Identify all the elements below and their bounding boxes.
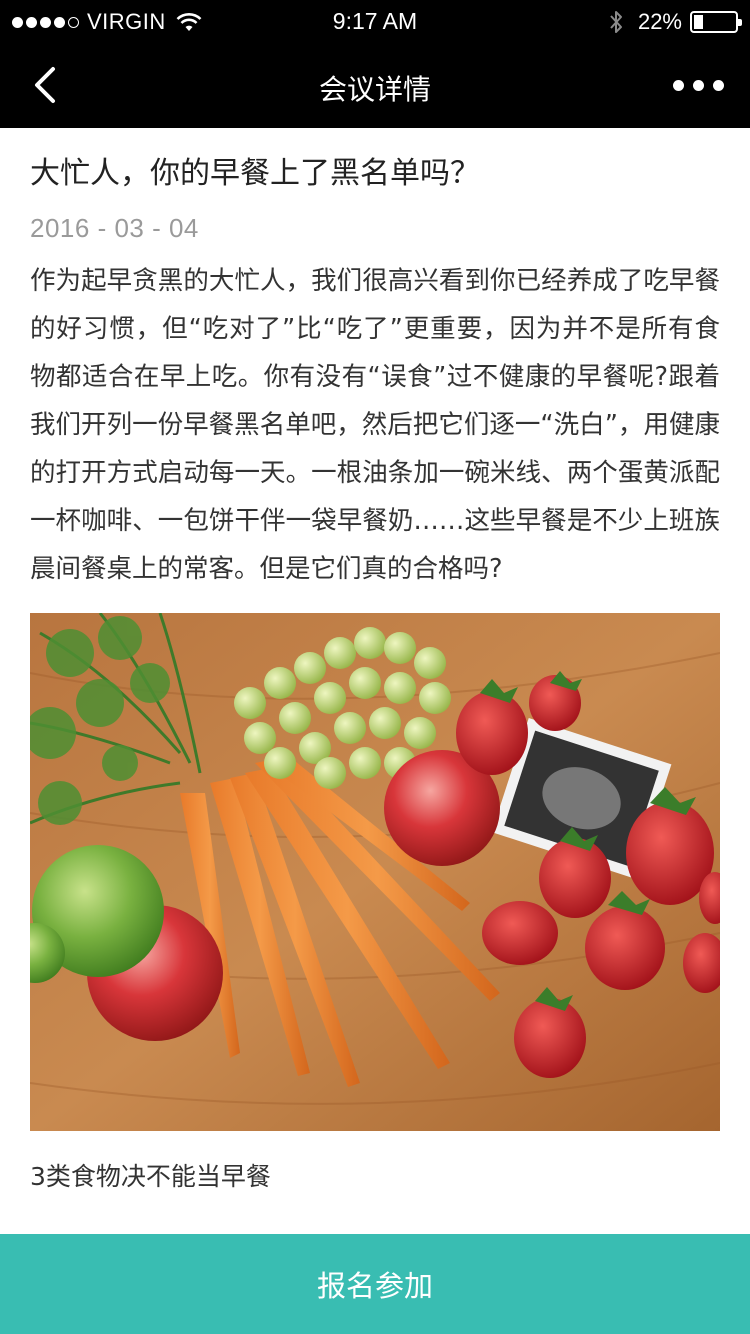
more-button[interactable] (668, 66, 728, 104)
status-bar: VIRGIN 9:17 AM 22% (0, 0, 750, 42)
back-button[interactable] (20, 60, 70, 110)
article-content[interactable]: 大忙人，你的早餐上了黑名单吗？ 2016 - 03 - 04 作为起早贪黑的大忙… (0, 128, 750, 1234)
nav-bar: 会议详情 (0, 42, 750, 128)
more-dots-icon (672, 79, 684, 91)
battery-level (694, 15, 703, 29)
page-title: 会议详情 (318, 73, 431, 106)
battery-percent: 22% (637, 9, 682, 34)
bluetooth-icon (610, 11, 622, 33)
status-right: 22% (608, 8, 742, 36)
signup-button[interactable]: 报名参加 (0, 1234, 750, 1334)
article-body: 作为起早贪黑的大忙人，我们很高兴看到你已经养成了吃早餐的好习惯，但“吃对了”比“… (30, 266, 720, 584)
chevron-left-icon (35, 67, 55, 103)
article-date: 2016 - 03 - 04 (30, 213, 199, 243)
article-title: 大忙人，你的早餐上了黑名单吗？ (30, 156, 480, 191)
fruits-and-vegetables-photo (30, 613, 720, 1131)
battery-icon (690, 11, 742, 33)
section-heading: 3类食物决不能当早餐 (30, 1162, 271, 1191)
